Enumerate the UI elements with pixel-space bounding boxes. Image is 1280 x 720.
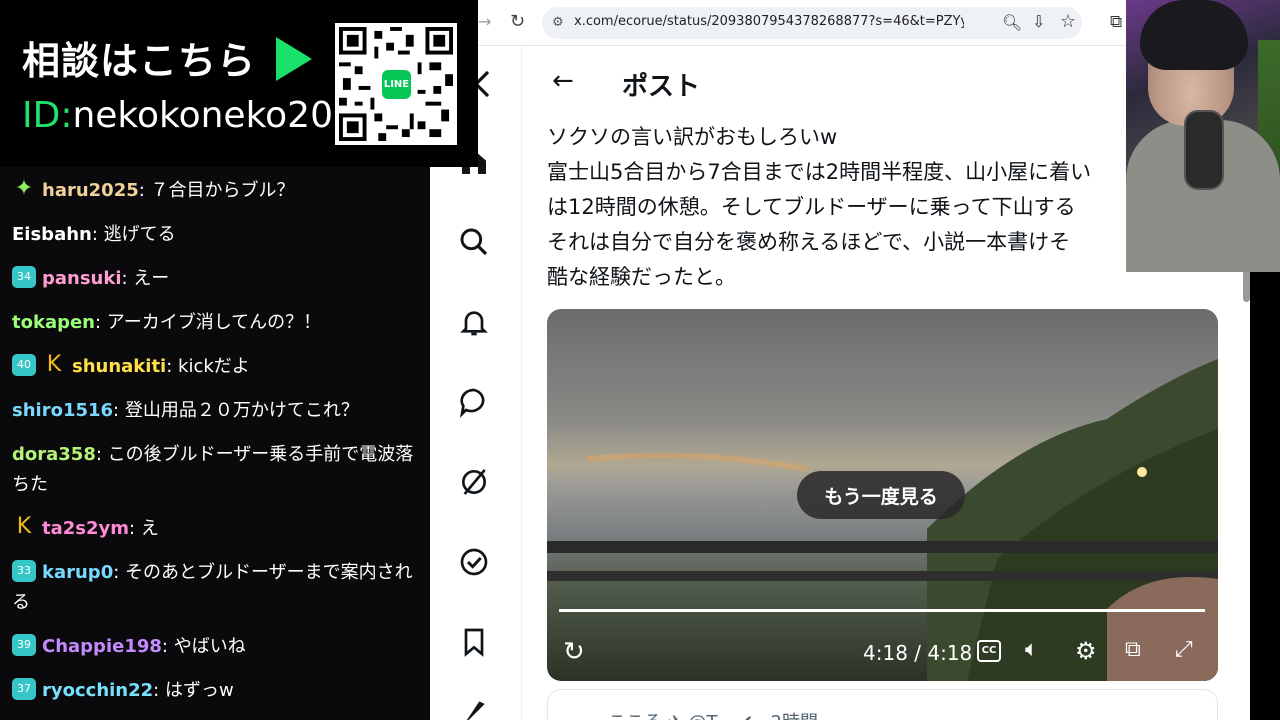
post-line: それは自分で自分を褒め称えるほどで、小説一本書けそ	[547, 230, 1071, 254]
chat-message: 33 karup0: そのあとブルドーザーまで案内される	[0, 558, 430, 618]
kick-badge-icon: K	[16, 514, 32, 539]
chat-separator: :	[161, 636, 174, 657]
chat-text: アーカイブ消してんの？！	[106, 312, 322, 333]
chat-message: 37 ryocchin22: はずっw	[0, 676, 430, 706]
chat-username[interactable]: ta2s2ym	[42, 518, 129, 539]
messages-icon[interactable]	[458, 386, 494, 422]
verified-icon[interactable]	[458, 546, 494, 582]
chat-username[interactable]: shiro1516	[12, 400, 113, 421]
chat-separator: :	[153, 680, 165, 701]
chat-message: dora358: この後ブルドーザー乗る手前で電波落ちた	[0, 440, 430, 500]
post-line: は12時間の休憩。そしてブルドーザーに乗って下山する	[547, 195, 1076, 219]
chat-message: 34 pansuki: えー	[0, 264, 430, 294]
play-arrow-icon	[276, 37, 312, 81]
line-icon: LINE	[380, 68, 413, 101]
post-text: ソクソの言い訳がおもしろいw 富士山5合目から7合目までは2時間半程度、山小屋に…	[547, 120, 1147, 295]
microphone	[1184, 110, 1224, 190]
promo-title: 相談はこちら	[22, 39, 257, 83]
volume-icon[interactable]: 🔈︎	[1025, 637, 1038, 662]
chat-text: え	[140, 518, 159, 539]
video-progress-bar[interactable]	[559, 609, 1205, 612]
url-text[interactable]: x.com/ecorue/status/2093807954378268877?…	[574, 14, 964, 29]
id-value: nekokoneko2018	[72, 95, 379, 136]
subscriber-badge-icon: 37	[12, 678, 36, 700]
notifications-bell-icon[interactable]	[458, 306, 494, 342]
chat-text: えー	[133, 268, 170, 289]
chat-username[interactable]: dora358	[12, 444, 96, 465]
chat-separator: :	[113, 400, 125, 421]
url-field[interactable]: ⚙ x.com/ecorue/status/209380795437826887…	[542, 7, 1082, 39]
back-arrow-icon[interactable]: ←	[552, 66, 574, 96]
fullscreen-icon[interactable]: ⤢	[1175, 637, 1193, 662]
chat-separator: :	[95, 312, 107, 333]
search-icon[interactable]	[458, 226, 494, 262]
chat-message: 39 Chappie198: やばいね	[0, 632, 430, 662]
bookmark-star-icon[interactable]: ☆	[1060, 11, 1076, 32]
chat-message: shiro1516: 登山用品２０万かけてこれ？	[0, 396, 430, 426]
video-player[interactable]: もう一度見る ↻ 4:18 / 4:18 CC 🔈︎ ⚙ ⧉ ⤢	[547, 309, 1218, 681]
chat-text: やばいね	[173, 636, 246, 657]
chat-text: 登山用品２０万かけてこれ？	[124, 400, 359, 421]
extensions-icon[interactable]: ⧉	[1110, 12, 1122, 32]
chat-separator: :	[91, 224, 104, 245]
bookmarks-icon[interactable]	[458, 626, 494, 662]
chat-list: ✦ haru2025: ７合目からブル？ Eisbahn: 逃げてる 34 pansuk…	[0, 176, 430, 720]
id-label: ID:	[22, 95, 73, 136]
chat-message: 40 Kshunakiti: kickだよ	[0, 352, 430, 382]
chat-username[interactable]: pansuki	[42, 268, 122, 289]
subscriber-badge-icon: 33	[12, 560, 36, 582]
post-line: 富士山5合目から7合目までは2時間半程度、山小屋に着い	[547, 160, 1092, 184]
chat-text: kickだよ	[178, 356, 250, 377]
chat-username[interactable]: karup0	[42, 562, 113, 583]
webcam-feed	[1126, 0, 1280, 272]
chat-separator: :	[138, 180, 151, 201]
chat-text: ７合目からブル？	[150, 180, 295, 201]
replay-button[interactable]: もう一度見る	[797, 471, 965, 519]
chat-separator: :	[113, 562, 126, 583]
chat-text: 逃げてる	[103, 224, 176, 245]
site-info-icon[interactable]: ⚙	[552, 15, 568, 31]
install-app-icon[interactable]: ⇩	[1032, 12, 1045, 31]
grok-icon[interactable]	[458, 466, 494, 502]
chat-separator: :	[129, 518, 141, 539]
subscriber-badge-icon: 39	[12, 634, 36, 656]
chat-username[interactable]: shunakiti	[72, 356, 166, 377]
post-line: ソクソの言い訳がおもしろいw	[547, 125, 838, 149]
back-nav-icon[interactable]: →	[478, 12, 491, 31]
promo-banner: 相談はこちら ID:nekokoneko2018 LINE	[0, 0, 478, 167]
jobs-icon[interactable]	[458, 696, 494, 720]
reply-preview[interactable]: こころ ✈ @T... ✔ · 2時間	[547, 689, 1218, 720]
zoom-icon[interactable]: 🔍︎	[1002, 13, 1022, 32]
captions-icon[interactable]: CC	[977, 640, 1001, 662]
chat-username[interactable]: Eisbahn	[12, 224, 92, 245]
chat-username[interactable]: tokapen	[12, 312, 95, 333]
chat-username[interactable]: haru2025	[42, 180, 139, 201]
picture-in-picture-icon[interactable]: ⧉	[1125, 637, 1141, 662]
chat-message: ✦ haru2025: ７合目からブル？	[0, 176, 430, 206]
webcam-person-hair	[1140, 0, 1248, 70]
subscriber-badge-icon: 40	[12, 354, 36, 376]
chat-text: はずっw	[164, 680, 234, 701]
subscriber-badge-icon: 34	[12, 266, 36, 288]
kick-badge-icon: K	[46, 352, 62, 377]
page-title: ポスト	[622, 72, 701, 102]
promo-id: ID:nekokoneko2018	[22, 95, 379, 136]
settings-gear-icon[interactable]: ⚙	[1075, 637, 1097, 665]
chat-separator: :	[121, 268, 134, 289]
chat-message: Kta2s2ym: え	[0, 514, 430, 544]
chat-username[interactable]: Chappie198	[42, 636, 162, 657]
replay-icon[interactable]: ↻	[563, 637, 585, 667]
star-badge-icon: ✦	[14, 176, 34, 201]
reply-preview-text: こころ ✈ @T... ✔ · 2時間	[608, 708, 818, 720]
chat-separator: :	[166, 356, 179, 377]
reload-icon[interactable]: ↻	[510, 13, 528, 31]
chat-message: Eisbahn: 逃げてる	[0, 220, 430, 250]
video-time: 4:18 / 4:18	[863, 641, 973, 665]
page-scrollbar[interactable]	[1243, 270, 1250, 302]
post-line: 酷な経験だったと。	[547, 265, 736, 289]
chat-separator: :	[95, 444, 108, 465]
chat-username[interactable]: ryocchin22	[42, 680, 153, 701]
chat-message: tokapen: アーカイブ消してんの？！	[0, 308, 430, 338]
